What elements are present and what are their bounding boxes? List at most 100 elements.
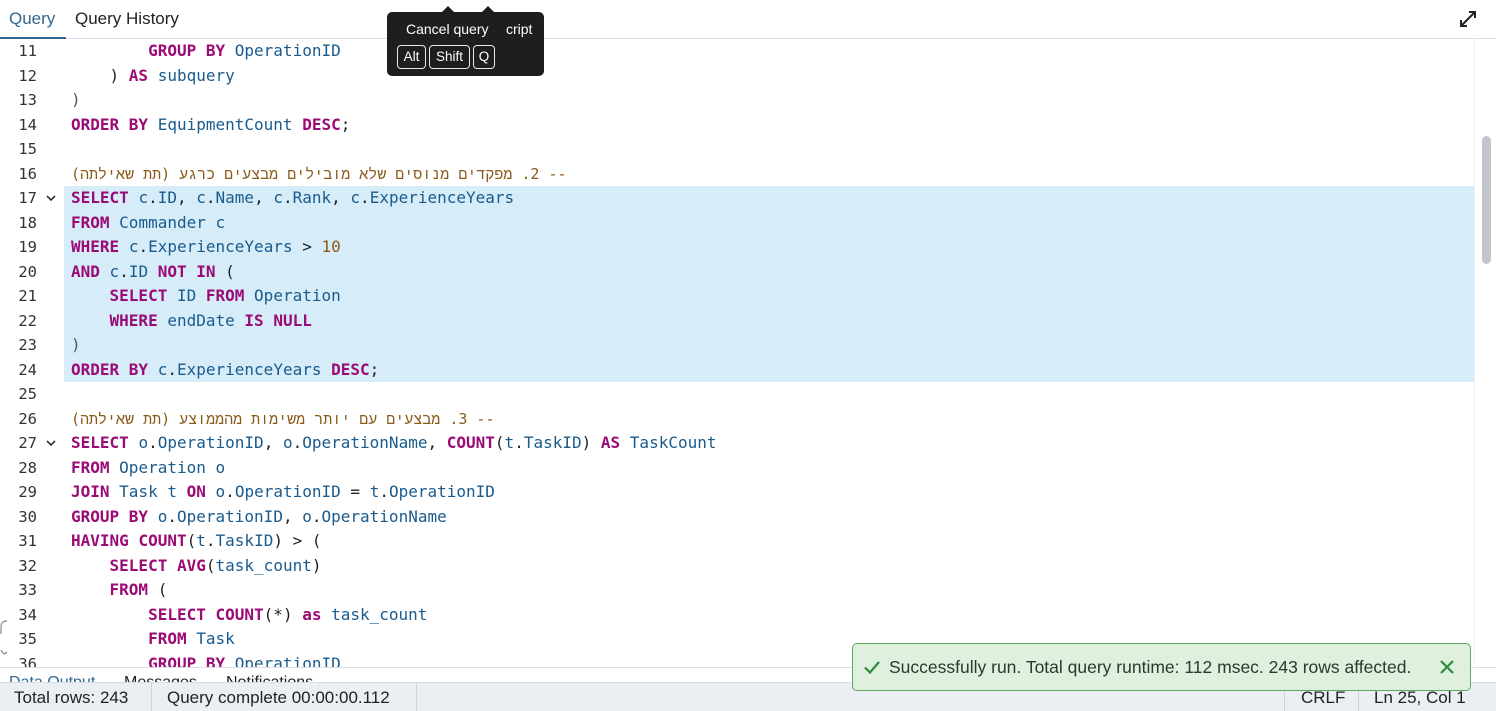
code-token: .	[225, 482, 235, 501]
total-rows-status: Total rows: 243	[14, 688, 129, 707]
line-number: 20	[18, 262, 37, 281]
code-line-text: SELECT ID FROM Operation	[64, 284, 1474, 309]
code-token: OperationID	[234, 41, 341, 60]
code-line[interactable]: 29 JOIN Task t ON o.OperationID = t.Opera…	[0, 480, 1474, 505]
code-line-text: SELECT COUNT(*) as task_count	[64, 603, 1474, 628]
tab-query-history[interactable]: Query History	[75, 0, 179, 39]
tab-messages[interactable]: Messages	[124, 674, 197, 682]
editor-scrollbar[interactable]	[1474, 39, 1496, 667]
code-token: TaskID	[523, 433, 582, 452]
code-token: ;	[340, 114, 351, 134]
code-token: GROUP BY	[148, 653, 226, 668]
code-line[interactable]: 11 GROUP BY OperationID	[0, 39, 1474, 64]
code-token: FROM	[148, 629, 187, 648]
code-line[interactable]: 14 ORDER BY EquipmentCount DESC;	[0, 113, 1474, 138]
fold-chevron-icon[interactable]	[46, 438, 56, 448]
code-token: .	[148, 433, 158, 452]
code-token: >	[292, 237, 322, 256]
code-token: (	[148, 580, 168, 599]
code-line-text: ORDER BY EquipmentCount DESC;	[64, 113, 1474, 138]
code-line[interactable]: 17 SELECT c.ID, c.Name, c.Rank, c.Experie…	[0, 186, 1474, 211]
code-line-text: GROUP BY OperationID	[64, 39, 1474, 64]
code-token: t	[196, 531, 206, 550]
sql-editor[interactable]: 11 GROUP BY OperationID 12 ) AS subquery 1…	[0, 39, 1496, 667]
code-line[interactable]: 28 FROM Operation o	[0, 456, 1474, 481]
code-line[interactable]: 24 ORDER BY c.ExperienceYears DESC;	[0, 357, 1474, 382]
code-line[interactable]: 15	[0, 137, 1474, 162]
code-token: as	[302, 604, 322, 624]
code-token: endDate	[167, 310, 235, 330]
code-line[interactable]: 26 -- 3. מבצעים עם יותר משימות מהממוצע (ת…	[0, 407, 1474, 432]
query-tab-bar: Query Query History	[0, 0, 1496, 39]
close-icon[interactable]	[1438, 658, 1456, 676]
code-line[interactable]: 34 SELECT COUNT(*) as task_count	[0, 603, 1474, 628]
code-line[interactable]: 22 WHERE endDate IS NULL	[0, 308, 1474, 333]
code-token: .	[205, 188, 216, 207]
line-number: 19	[18, 238, 37, 256]
shortcut-key-shift: Shift	[429, 45, 470, 69]
code-line[interactable]: 12 ) AS subquery	[0, 64, 1474, 89]
code-line-text: SELECT c.ID, c.Name, c.Rank, c.Experienc…	[64, 186, 1474, 211]
line-number: 14	[18, 115, 37, 134]
line-number: 24	[18, 360, 37, 379]
fold-chevron-icon[interactable]	[46, 193, 56, 203]
line-number: 18	[18, 213, 37, 232]
code-token: c	[350, 188, 361, 207]
toast-message: Successfully run. Total query runtime: 1…	[889, 657, 1412, 677]
code-token: o	[215, 457, 226, 477]
tab-data-output[interactable]: Data Output	[9, 674, 95, 682]
code-line[interactable]: 13)	[0, 88, 1474, 113]
code-token: OperationName	[321, 506, 447, 526]
code-token: SELECT	[109, 555, 168, 575]
code-token: (	[494, 433, 505, 452]
code-line[interactable]: 30 GROUP BY o.OperationID, o.OperationNam…	[0, 505, 1474, 530]
status-separator	[151, 683, 152, 711]
code-line[interactable]: 16 -- 2. מפקדים מנוסים שלא מובילים מבצעים…	[0, 162, 1474, 187]
code-line[interactable]: 25	[0, 382, 1474, 407]
tooltip-title-overflow: cript	[506, 21, 533, 37]
check-icon	[864, 661, 880, 675]
code-token: .	[311, 506, 322, 526]
code-line[interactable]: 20 AND c.ID NOT IN (	[0, 259, 1474, 284]
code-token: ON	[186, 482, 206, 501]
code-token: .	[379, 482, 389, 501]
line-number: 31	[18, 532, 37, 550]
code-line[interactable]: 18 FROM Commander c	[0, 210, 1474, 235]
line-number: 11	[18, 42, 37, 60]
code-token: ,	[254, 188, 274, 207]
code-token: SELECT	[71, 433, 129, 452]
code-line[interactable]: 23)	[0, 333, 1474, 358]
code-line-text	[64, 382, 1474, 407]
code-token: FROM	[71, 212, 110, 232]
code-line[interactable]: 21 SELECT ID FROM Operation	[0, 284, 1474, 309]
code-token: t	[369, 482, 380, 501]
shortcut-key-alt: Alt	[397, 45, 426, 69]
code-token: ORDER BY	[71, 114, 149, 134]
code-line[interactable]: 31 HAVING COUNT(t.TaskID) > (	[0, 529, 1474, 554]
code-line[interactable]: 32 SELECT AVG(task_count)	[0, 554, 1474, 579]
tab-notifications[interactable]: Notifications	[226, 674, 313, 682]
code-token: Commander	[119, 212, 206, 232]
code-line[interactable]: 33 FROM (	[0, 578, 1474, 603]
expand-icon[interactable]	[1458, 9, 1478, 29]
code-token: WHERE	[71, 237, 120, 256]
code-token: OperationID	[234, 482, 341, 501]
tab-query[interactable]: Query	[0, 0, 66, 39]
scrollbar-thumb[interactable]	[1482, 136, 1491, 264]
code-line[interactable]: 19 WHERE c.ExperienceYears > 10	[0, 235, 1474, 260]
code-line[interactable]: 27 SELECT o.OperationID, o.OperationName,…	[0, 431, 1474, 456]
